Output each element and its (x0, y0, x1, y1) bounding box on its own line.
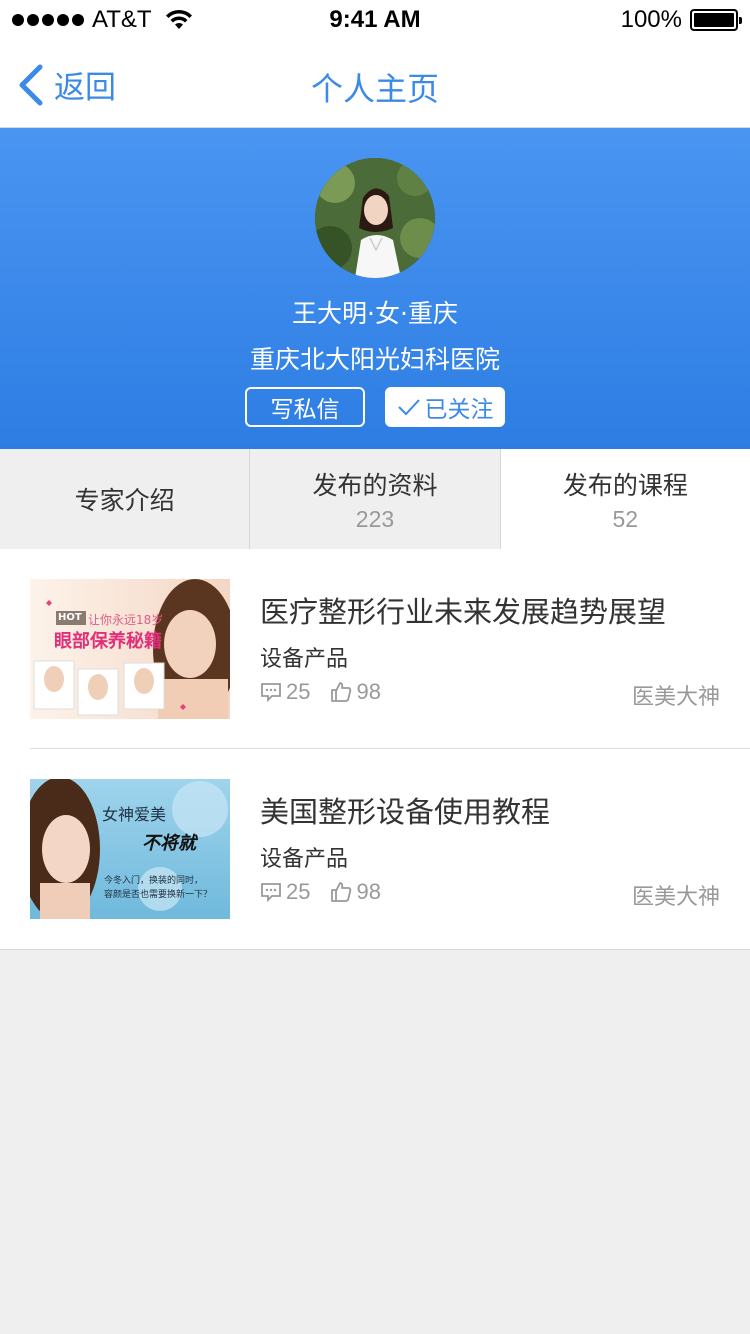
status-bar: AT&T 9:41 AM 100% (0, 0, 750, 40)
profile-tabs: 专家介绍 发布的资料 223 发布的课程 52 (0, 449, 750, 549)
list-item[interactable]: HOT 让你永远18岁 眼部保养秘籍 医疗整形行业未来发展趋势展望 设备产品 2… (30, 549, 750, 749)
comment-count: 25 (260, 879, 310, 905)
comment-count-value: 25 (286, 879, 311, 904)
thumbnail-badge: HOT (58, 612, 82, 623)
followed-button[interactable]: 已关注 (385, 387, 505, 427)
comment-icon (261, 683, 281, 703)
like-count: 98 (330, 679, 381, 705)
thumbs-up-icon (331, 882, 352, 902)
course-author: 医美大神 (631, 685, 720, 710)
comment-icon (261, 883, 281, 903)
tab-count: 52 (612, 505, 639, 532)
navigation-bar: 返回 个人主页 (0, 40, 750, 128)
course-list: HOT 让你永远18岁 眼部保养秘籍 医疗整形行业未来发展趋势展望 设备产品 2… (0, 549, 750, 950)
profile-hospital: 重庆北大阳光妇科医院 (249, 345, 500, 374)
avatar (315, 158, 435, 278)
tab-label: 发布的课程 (562, 470, 688, 500)
thumbnail-line4: 容颜是否也需要换新一下？ (104, 890, 213, 900)
send-message-button[interactable]: 写私信 (245, 387, 365, 427)
course-stats: 25 98 (260, 879, 401, 905)
course-category: 设备产品 (260, 647, 349, 672)
list-item[interactable]: 女神爱美 不将就 今冬入门，换装的同时， 容颜是否也需要换新一下？ 美国整形设备… (30, 749, 750, 949)
thumbnail-line1: 女神爱美 (102, 805, 167, 824)
course-category: 设备产品 (260, 847, 349, 872)
profile-name-info: 王大明·女·重庆 (292, 299, 458, 328)
tab-published-courses[interactable]: 发布的课程 52 (500, 449, 750, 549)
thumbnail-line3: 今冬入门，换装的同时， (104, 876, 204, 886)
thumbnail-line2: 不将就 (142, 833, 196, 854)
thumbnail-line1: 让你永远18岁 (88, 613, 164, 627)
tab-expert-intro[interactable]: 专家介绍 (0, 449, 251, 549)
page-title: 个人主页 (310, 70, 439, 108)
course-stats: 25 98 (260, 679, 401, 705)
profile-header: 王大明·女·重庆 重庆北大阳光妇科医院 写私信 已关注 (0, 128, 750, 449)
thumbnail-line2: 眼部保养秘籍 (54, 631, 162, 652)
tab-label: 发布的资料 (312, 470, 438, 500)
course-title: 美国整形设备使用教程 (260, 795, 551, 829)
course-author: 医美大神 (631, 885, 720, 910)
tab-count: 223 (355, 505, 395, 532)
battery-percent: 100% (620, 6, 682, 33)
checkmark-icon (397, 399, 420, 416)
battery-icon (690, 9, 742, 31)
comment-count: 25 (260, 679, 310, 705)
tab-published-materials[interactable]: 发布的资料 223 (250, 449, 501, 549)
course-title: 医疗整形行业未来发展趋势展望 (260, 595, 667, 629)
like-count-value: 98 (356, 679, 381, 704)
like-count: 98 (330, 879, 381, 905)
course-thumbnail: 女神爱美 不将就 今冬入门，换装的同时， 容颜是否也需要换新一下？ (30, 779, 230, 919)
thumbs-up-icon (331, 682, 352, 702)
comment-count-value: 25 (286, 679, 311, 704)
course-thumbnail: HOT 让你永远18岁 眼部保养秘籍 (30, 579, 230, 719)
tab-label: 专家介绍 (74, 486, 175, 515)
followed-label: 已关注 (424, 397, 494, 423)
like-count-value: 98 (356, 879, 381, 904)
status-right: 100% (620, 6, 742, 34)
